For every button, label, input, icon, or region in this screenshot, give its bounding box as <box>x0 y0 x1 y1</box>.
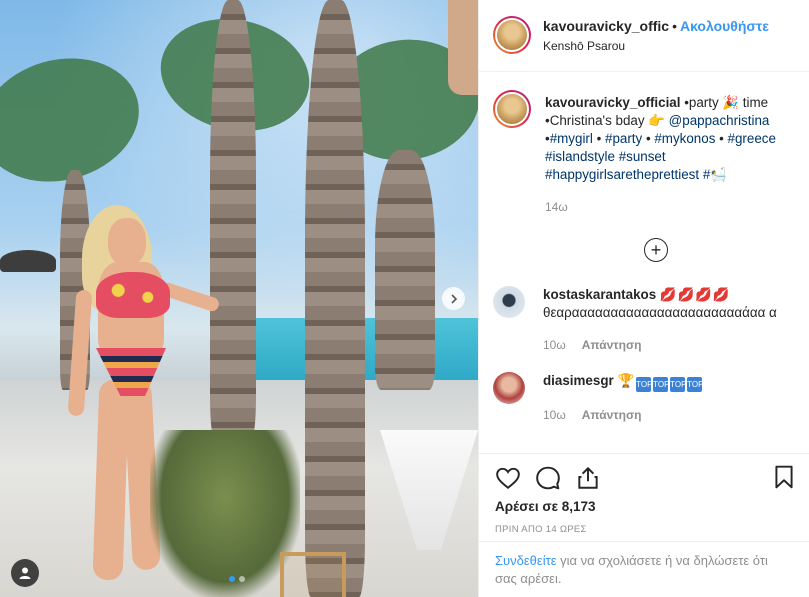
likes-count[interactable]: Αρέσει σε 8,173 <box>495 499 793 514</box>
bikini-top <box>96 272 170 318</box>
comment-avatar[interactable] <box>493 372 525 404</box>
caption-separator: • <box>642 131 655 146</box>
comment: kostaskarantakos 💋💋💋💋 θεαρααααααααααααααα… <box>493 286 793 354</box>
load-more-comments: + <box>493 238 793 262</box>
grass-planter <box>150 430 300 597</box>
hashtag-link[interactable]: #party <box>605 131 642 146</box>
comment-meta: 10ω Απάντηση <box>543 336 793 354</box>
comment-meta: 10ω Απάντηση <box>543 406 793 424</box>
comment-time: 10ω <box>543 338 566 352</box>
mention-link[interactable]: @pappachristina <box>669 113 770 128</box>
comment-username[interactable]: diasimesgr <box>543 373 614 388</box>
author-avatar[interactable] <box>493 16 531 54</box>
login-link[interactable]: Συνδεθείτε <box>495 553 557 568</box>
lantern <box>280 552 346 597</box>
trophy-emoji: 🏆 <box>617 373 635 388</box>
bookmark-icon[interactable] <box>771 464 797 490</box>
comment-message: θεαρααααααααααααααααααααααάαα α <box>543 305 777 320</box>
top-badge: TOP <box>687 377 703 392</box>
comment-body: kostaskarantakos 💋💋💋💋 θεαρααααααααααααααα… <box>543 286 793 354</box>
carousel-dot <box>229 576 235 582</box>
post-timestamp[interactable]: ΠΡΙΝ ΑΠΟ 14 ΩΡΕΣ <box>495 524 793 535</box>
top-badge: TOP <box>636 377 652 392</box>
comment-icon[interactable] <box>535 465 561 491</box>
tagged-users-button[interactable] <box>11 559 39 587</box>
comment-body: diasimesgr 🏆 TOPTOPTOPTOP 10ω Απάντηση <box>543 372 793 424</box>
comment-username[interactable]: kostaskarantakos <box>543 287 656 302</box>
post-header: kavouravicky_offic • Ακολουθήστε Kenshō Ps… <box>479 0 809 72</box>
avatar-image <box>495 92 529 126</box>
hashtag-link[interactable]: #🛀 <box>703 167 727 182</box>
palm-trunk <box>375 150 435 390</box>
palm-trunk <box>305 0 365 597</box>
caption-body: kavouravicky_official •party 🎉 time •Chr… <box>545 94 793 216</box>
hashtag-link[interactable]: #greece <box>728 131 776 146</box>
chevron-right-icon <box>450 293 457 304</box>
action-icons <box>495 464 793 492</box>
caption-time: 14ω <box>545 200 568 214</box>
location-link[interactable]: Kenshō Psarou <box>543 39 769 53</box>
post-photo[interactable] <box>0 0 478 597</box>
plus-icon: + <box>650 240 662 260</box>
share-icon[interactable] <box>575 465 601 491</box>
avatar-image <box>495 18 529 52</box>
comment-time: 10ω <box>543 408 566 422</box>
caption-username[interactable]: kavouravicky_official <box>545 95 680 110</box>
comments-section: kavouravicky_official •party 🎉 time •Chr… <box>479 72 809 453</box>
carousel-dot <box>239 576 245 582</box>
carousel-dots <box>229 576 245 582</box>
caption: kavouravicky_official •party 🎉 time •Chr… <box>493 90 793 216</box>
palm-trunk <box>210 0 256 440</box>
post-side-panel: kavouravicky_offic • Ακολουθήστε Kenshō Ps… <box>478 0 809 597</box>
reply-button[interactable]: Απάντηση <box>582 406 642 424</box>
next-photo-button[interactable] <box>442 287 465 310</box>
comment-avatar[interactable] <box>493 286 525 318</box>
header-text: kavouravicky_offic • Ακολουθήστε Kenshō Ps… <box>543 18 769 53</box>
comment-text: diasimesgr 🏆 TOPTOPTOPTOP <box>543 372 793 392</box>
post-modal: kavouravicky_offic • Ακολουθήστε Kenshō Ps… <box>0 0 809 597</box>
reply-button[interactable]: Απάντηση <box>582 336 642 354</box>
follow-button[interactable]: Ακολουθήστε <box>680 18 769 34</box>
caption-separator: • <box>715 131 728 146</box>
person-face <box>108 218 146 266</box>
caption-avatar[interactable] <box>493 90 531 128</box>
hashtag-link[interactable]: #mygirl <box>550 131 593 146</box>
author-username[interactable]: kavouravicky_offic <box>543 18 669 34</box>
comment-text: kostaskarantakos 💋💋💋💋 θεαρααααααααααααααα… <box>543 286 793 322</box>
user-icon <box>19 567 31 579</box>
heart-icon[interactable] <box>495 465 521 491</box>
post-actions: Αρέσει σε 8,173 ΠΡΙΝ ΑΠΟ 14 ΩΡΕΣ <box>479 453 809 535</box>
hashtag-link[interactable]: #sunset <box>619 149 666 164</box>
awning <box>448 0 478 95</box>
umbrella <box>0 250 56 272</box>
header-line: kavouravicky_offic • Ακολουθήστε <box>543 18 769 34</box>
top-badge: TOP <box>653 377 669 392</box>
caption-text: kavouravicky_official •party 🎉 time •Chr… <box>545 94 793 184</box>
load-more-button[interactable]: + <box>644 238 668 262</box>
hashtag-link[interactable]: #happygirlsaretheprettiest <box>545 167 699 182</box>
header-separator: • <box>672 18 677 34</box>
hashtag-link[interactable]: #islandstyle <box>545 149 615 164</box>
comment: diasimesgr 🏆 TOPTOPTOPTOP 10ω Απάντηση <box>493 372 793 424</box>
hashtag-link[interactable]: #mykonos <box>654 131 715 146</box>
login-prompt: Συνδεθείτε για να σχολιάσετε ή να δηλώσε… <box>479 541 809 597</box>
comment-emoji: 💋💋💋💋 <box>659 287 731 302</box>
caption-separator: • <box>592 131 605 146</box>
top-badge: TOP <box>670 377 686 392</box>
